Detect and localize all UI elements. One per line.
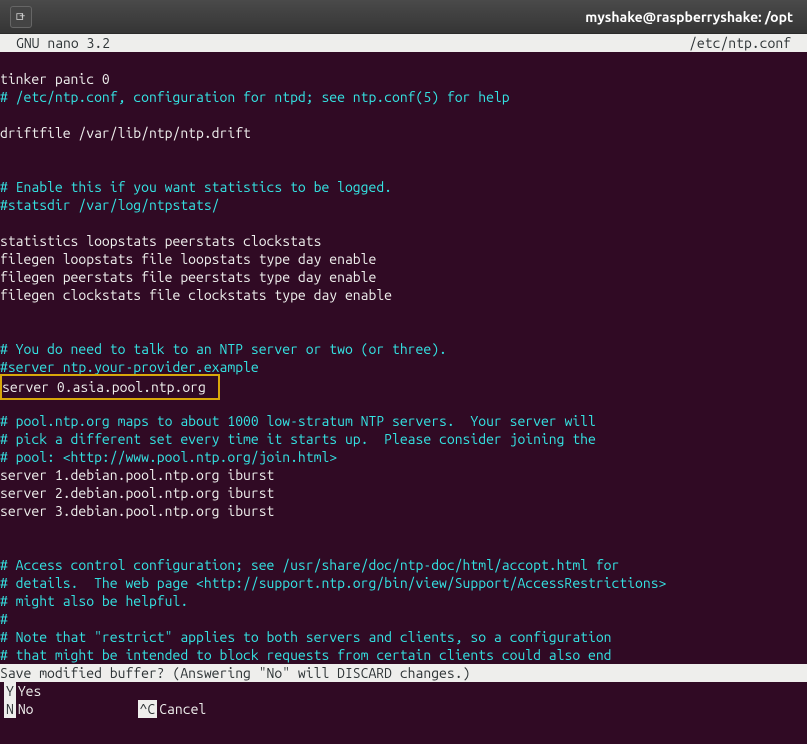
window-title: myshake@raspberryshake: /opt — [585, 8, 793, 26]
editor-line: #statsdir /var/log/ntpstats/ — [0, 196, 807, 214]
editor-filename: /etc/ntp.conf — [689, 34, 791, 52]
editor-content[interactable]: tinker panic 0# /etc/ntp.conf, configura… — [0, 52, 807, 664]
prompt-text: Save modified buffer? (Answering "No" wi… — [0, 665, 478, 681]
editor-line — [0, 322, 807, 340]
editor-line — [0, 304, 807, 322]
editor-line: driftfile /var/lib/ntp/ntp.drift — [0, 124, 807, 142]
shortcut-key-yes: Y — [4, 682, 16, 700]
save-prompt: Save modified buffer? (Answering "No" wi… — [0, 664, 807, 682]
editor-line — [0, 52, 807, 70]
editor-line: # pool.ntp.org maps to about 1000 low-st… — [0, 412, 807, 430]
editor-line — [0, 214, 807, 232]
new-tab-button[interactable] — [10, 6, 32, 28]
highlighted-edit-line: server 0.asia.pool.ntp.org — [0, 374, 220, 400]
editor-line: # Access control configuration; see /usr… — [0, 556, 807, 574]
editor-app-name: GNU nano 3.2 — [16, 34, 110, 52]
titlebar-left — [10, 6, 32, 28]
editor-line — [0, 142, 807, 160]
editor-line: # details. The web page <http://support.… — [0, 574, 807, 592]
shortcut-cancel[interactable]: ^C Cancel — [134, 700, 207, 718]
editor-line: # — [0, 610, 807, 628]
editor-line: filegen clockstats file clockstats type … — [0, 286, 807, 304]
editor-line: filegen peerstats file peerstats type da… — [0, 268, 807, 286]
shortcut-key-cancel: ^C — [138, 700, 158, 718]
cursor — [482, 666, 491, 682]
editor-line: server 1.debian.pool.ntp.org iburst — [0, 466, 807, 484]
editor-line: # Note that "restrict" applies to both s… — [0, 628, 807, 646]
shortcuts-bar: Y Yes N No ^C Cancel — [0, 682, 807, 718]
shortcut-label-cancel: Cancel — [159, 700, 206, 718]
editor-line: # that might be intended to block reques… — [0, 646, 807, 664]
editor-line — [0, 106, 807, 124]
editor-line: # Enable this if you want statistics to … — [0, 178, 807, 196]
new-tab-icon — [16, 12, 26, 22]
editor-line: statistics loopstats peerstats clockstat… — [0, 232, 807, 250]
shortcut-yes[interactable]: Y Yes — [0, 682, 41, 700]
editor-line: filegen loopstats file loopstats type da… — [0, 250, 807, 268]
editor-line: tinker panic 0 — [0, 70, 807, 88]
editor-line: # pool: <http://www.pool.ntp.org/join.ht… — [0, 448, 807, 466]
shortcut-key-no: N — [4, 700, 16, 718]
editor-line — [0, 538, 807, 556]
editor-line: # You do need to talk to an NTP server o… — [0, 340, 807, 358]
shortcut-label-yes: Yes — [18, 682, 42, 700]
editor-line: # pick a different set every time it sta… — [0, 430, 807, 448]
editor-line — [0, 160, 807, 178]
editor-line: server 2.debian.pool.ntp.org iburst — [0, 484, 807, 502]
editor-header: GNU nano 3.2 /etc/ntp.conf — [0, 34, 807, 52]
shortcut-label-no: No — [18, 700, 34, 718]
window-titlebar: myshake@raspberryshake: /opt — [0, 0, 807, 34]
editor-line: server 0.asia.pool.ntp.org — [0, 376, 807, 394]
editor-line: # might also be helpful. — [0, 592, 807, 610]
shortcut-no[interactable]: N No — [0, 700, 34, 718]
editor-line: server 3.debian.pool.ntp.org iburst — [0, 502, 807, 520]
editor-line — [0, 520, 807, 538]
editor-line: # /etc/ntp.conf, configuration for ntpd;… — [0, 88, 807, 106]
